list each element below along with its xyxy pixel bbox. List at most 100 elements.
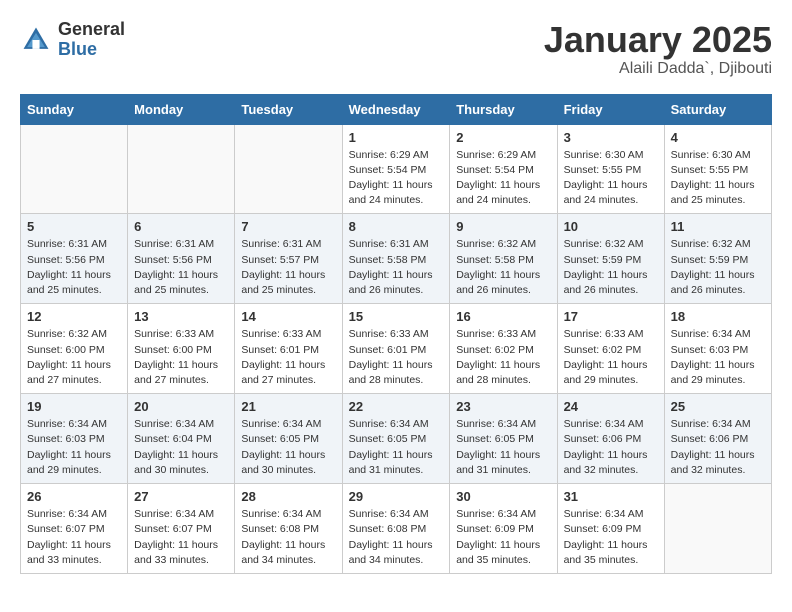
calendar-day-cell: 9Sunrise: 6:32 AMSunset: 5:58 PMDaylight…	[450, 214, 557, 304]
logo-icon	[20, 24, 52, 56]
day-number: 16	[456, 309, 550, 324]
calendar-day-cell: 14 Sunrise: 6:33 AMSunset: 6:01 PMDayligh…	[235, 304, 342, 394]
day-number: 20	[134, 399, 228, 414]
calendar-day-cell: 3 Sunrise: 6:30 AMSunset: 5:55 PMDaylight…	[557, 124, 664, 214]
day-number: 7	[241, 219, 335, 234]
calendar-table: SundayMondayTuesdayWednesdayThursdayFrid…	[20, 94, 772, 574]
calendar-day-cell: 1Sunrise: 6:29 AMSunset: 5:54 PMDaylight…	[342, 124, 450, 214]
day-number: 24	[564, 399, 658, 414]
day-info: Sunrise: 6:32 AMSunset: 6:00 PMDaylight:…	[27, 327, 121, 388]
calendar-day-cell: 30Sunrise: 6:34 AMSunset: 6:09 PMDayligh…	[450, 484, 557, 574]
day-number: 19	[27, 399, 121, 414]
calendar-day-cell: 31 Sunrise: 6:34 AMSunset: 6:09 PMDayligh…	[557, 484, 664, 574]
calendar-day-cell: 29 Sunrise: 6:34 AMSunset: 6:08 PMDayligh…	[342, 484, 450, 574]
logo-text: General Blue	[58, 20, 125, 60]
day-info: Sunrise: 6:34 AMSunset: 6:06 PMDaylight:…	[671, 417, 765, 478]
day-info: Sunrise: 6:34 AMSunset: 6:05 PMDaylight:…	[349, 417, 444, 478]
day-number: 14	[241, 309, 335, 324]
day-info: Sunrise: 6:31 AMSunset: 5:57 PMDaylight:…	[241, 237, 335, 298]
location-title: Alaili Dadda`, Djibouti	[544, 60, 772, 78]
day-number: 27	[134, 489, 228, 504]
day-number: 30	[456, 489, 550, 504]
calendar-day-cell: 7 Sunrise: 6:31 AMSunset: 5:57 PMDaylight…	[235, 214, 342, 304]
calendar-day-cell: 15 Sunrise: 6:33 AMSunset: 6:01 PMDayligh…	[342, 304, 450, 394]
col-header-friday: Friday	[557, 94, 664, 124]
calendar-day-cell	[664, 484, 771, 574]
day-number: 8	[349, 219, 444, 234]
day-info: Sunrise: 6:34 AMSunset: 6:06 PMDaylight:…	[564, 417, 658, 478]
col-header-tuesday: Tuesday	[235, 94, 342, 124]
calendar-week-row: 1 Sunrise: 6:29 AMSunset: 5:54 PMDaylight…	[21, 124, 772, 214]
calendar-day-cell	[21, 124, 128, 214]
col-header-sunday: Sunday	[21, 94, 128, 124]
calendar-day-cell: 11Sunrise: 6:32 AMSunset: 5:59 PMDayligh…	[664, 214, 771, 304]
day-number: 10	[564, 219, 658, 234]
day-info: Sunrise: 6:34 AMSunset: 6:08 PMDaylight:…	[349, 507, 444, 568]
calendar-day-cell: 18Sunrise: 6:34 AMSunset: 6:03 PMDayligh…	[664, 304, 771, 394]
day-info: Sunrise: 6:34 AMSunset: 6:09 PMDaylight:…	[564, 507, 658, 568]
day-number: 1	[349, 130, 444, 145]
calendar-day-cell: 24 Sunrise: 6:34 AMSunset: 6:06 PMDayligh…	[557, 394, 664, 484]
calendar-day-cell: 6 Sunrise: 6:31 AMSunset: 5:56 PMDaylight…	[128, 214, 235, 304]
calendar-header-row: SundayMondayTuesdayWednesdayThursdayFrid…	[21, 94, 772, 124]
day-number: 25	[671, 399, 765, 414]
day-number: 29	[349, 489, 444, 504]
day-info: Sunrise: 6:33 AMSunset: 6:00 PMDaylight:…	[134, 327, 228, 388]
day-number: 15	[349, 309, 444, 324]
logo-general-text: General	[58, 20, 125, 40]
day-info: Sunrise: 6:33 AMSunset: 6:02 PMDaylight:…	[456, 327, 550, 388]
title-block: January 2025 Alaili Dadda`, Djibouti	[544, 20, 772, 78]
day-info: Sunrise: 6:33 AMSunset: 6:02 PMDaylight:…	[564, 327, 658, 388]
day-info: Sunrise: 6:34 AMSunset: 6:03 PMDaylight:…	[27, 417, 121, 478]
calendar-day-cell: 17Sunrise: 6:33 AMSunset: 6:02 PMDayligh…	[557, 304, 664, 394]
day-number: 13	[134, 309, 228, 324]
calendar-day-cell: 21Sunrise: 6:34 AMSunset: 6:05 PMDayligh…	[235, 394, 342, 484]
day-number: 3	[564, 130, 658, 145]
day-number: 23	[456, 399, 550, 414]
calendar-day-cell: 8Sunrise: 6:31 AMSunset: 5:58 PMDaylight…	[342, 214, 450, 304]
calendar-day-cell: 19 Sunrise: 6:34 AMSunset: 6:03 PMDayligh…	[21, 394, 128, 484]
day-info: Sunrise: 6:34 AMSunset: 6:07 PMDaylight:…	[27, 507, 121, 568]
calendar-day-cell: 22 Sunrise: 6:34 AMSunset: 6:05 PMDayligh…	[342, 394, 450, 484]
day-number: 28	[241, 489, 335, 504]
calendar-day-cell: 23 Sunrise: 6:34 AMSunset: 6:05 PMDayligh…	[450, 394, 557, 484]
day-number: 22	[349, 399, 444, 414]
day-info: Sunrise: 6:30 AMSunset: 5:55 PMDaylight:…	[564, 148, 658, 209]
day-info: Sunrise: 6:29 AMSunset: 5:54 PMDaylight:…	[456, 148, 550, 209]
day-number: 21	[241, 399, 335, 414]
day-info: Sunrise: 6:34 AMSunset: 6:04 PMDaylight:…	[134, 417, 228, 478]
calendar-day-cell: 26Sunrise: 6:34 AMSunset: 6:07 PMDayligh…	[21, 484, 128, 574]
day-info: Sunrise: 6:33 AMSunset: 6:01 PMDaylight:…	[349, 327, 444, 388]
page-header: General Blue January 2025 Alaili Dadda`,…	[20, 20, 772, 78]
day-number: 6	[134, 219, 228, 234]
calendar-day-cell: 27 Sunrise: 6:34 AMSunset: 6:07 PMDayligh…	[128, 484, 235, 574]
calendar-week-row: 26Sunrise: 6:34 AMSunset: 6:07 PMDayligh…	[21, 484, 772, 574]
col-header-saturday: Saturday	[664, 94, 771, 124]
day-number: 11	[671, 219, 765, 234]
day-info: Sunrise: 6:32 AMSunset: 5:59 PMDaylight:…	[564, 237, 658, 298]
calendar-day-cell	[235, 124, 342, 214]
day-info: Sunrise: 6:31 AMSunset: 5:56 PMDaylight:…	[134, 237, 228, 298]
day-info: Sunrise: 6:34 AMSunset: 6:05 PMDaylight:…	[456, 417, 550, 478]
col-header-wednesday: Wednesday	[342, 94, 450, 124]
day-number: 9	[456, 219, 550, 234]
day-info: Sunrise: 6:31 AMSunset: 5:56 PMDaylight:…	[27, 237, 121, 298]
calendar-day-cell: 25 Sunrise: 6:34 AMSunset: 6:06 PMDayligh…	[664, 394, 771, 484]
day-info: Sunrise: 6:30 AMSunset: 5:55 PMDaylight:…	[671, 148, 765, 209]
calendar-week-row: 12Sunrise: 6:32 AMSunset: 6:00 PMDayligh…	[21, 304, 772, 394]
day-info: Sunrise: 6:33 AMSunset: 6:01 PMDaylight:…	[241, 327, 335, 388]
calendar-day-cell: 10 Sunrise: 6:32 AMSunset: 5:59 PMDayligh…	[557, 214, 664, 304]
calendar-day-cell: 20 Sunrise: 6:34 AMSunset: 6:04 PMDayligh…	[128, 394, 235, 484]
calendar-day-cell: 13 Sunrise: 6:33 AMSunset: 6:00 PMDayligh…	[128, 304, 235, 394]
day-info: Sunrise: 6:34 AMSunset: 6:07 PMDaylight:…	[134, 507, 228, 568]
day-number: 2	[456, 130, 550, 145]
day-number: 31	[564, 489, 658, 504]
day-number: 5	[27, 219, 121, 234]
col-header-thursday: Thursday	[450, 94, 557, 124]
calendar-week-row: 5 Sunrise: 6:31 AMSunset: 5:56 PMDaylight…	[21, 214, 772, 304]
logo: General Blue	[20, 20, 125, 60]
day-info: Sunrise: 6:34 AMSunset: 6:08 PMDaylight:…	[241, 507, 335, 568]
calendar-day-cell: 28 Sunrise: 6:34 AMSunset: 6:08 PMDayligh…	[235, 484, 342, 574]
calendar-day-cell: 2 Sunrise: 6:29 AMSunset: 5:54 PMDaylight…	[450, 124, 557, 214]
calendar-day-cell: 16 Sunrise: 6:33 AMSunset: 6:02 PMDayligh…	[450, 304, 557, 394]
